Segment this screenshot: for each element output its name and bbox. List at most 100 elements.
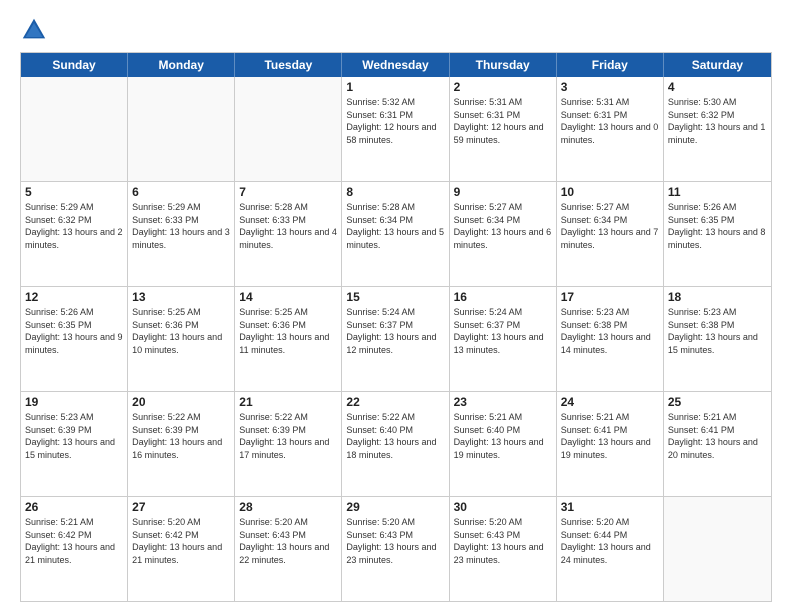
weekday-header: Thursday <box>450 53 557 77</box>
calendar-cell: 18Sunrise: 5:23 AMSunset: 6:38 PMDayligh… <box>664 287 771 391</box>
calendar-cell: 12 Sunrise: 5:26 AMSunset: 6:35 PMDayligh… <box>21 287 128 391</box>
cell-info: Sunrise: 5:31 AMSunset: 6:31 PMDaylight:… <box>454 96 552 146</box>
cell-info: Sunrise: 5:23 AMSunset: 6:38 PMDaylight:… <box>668 306 767 356</box>
day-number: 20 <box>132 395 230 409</box>
calendar-cell: 29Sunrise: 5:20 AMSunset: 6:43 PMDayligh… <box>342 497 449 601</box>
cell-info: Sunrise: 5:20 AMSunset: 6:43 PMDaylight:… <box>454 516 552 566</box>
calendar-cell: 25 Sunrise: 5:21 AMSunset: 6:41 PMDayligh… <box>664 392 771 496</box>
cell-info: Sunrise: 5:26 AMSunset: 6:35 PMDaylight:… <box>668 201 767 251</box>
day-number: 12 <box>25 290 123 304</box>
cell-info: Sunrise: 5:20 AMSunset: 6:44 PMDaylight:… <box>561 516 659 566</box>
day-number: 30 <box>454 500 552 514</box>
calendar-cell: 13 Sunrise: 5:25 AMSunset: 6:36 PMDayligh… <box>128 287 235 391</box>
calendar-cell <box>21 77 128 181</box>
day-number: 15 <box>346 290 444 304</box>
cell-info: Sunrise: 5:24 AMSunset: 6:37 PMDaylight:… <box>454 306 552 356</box>
cell-info: Sunrise: 5:21 AMSunset: 6:40 PMDaylight:… <box>454 411 552 461</box>
day-number: 2 <box>454 80 552 94</box>
cell-info: Sunrise: 5:26 AMSunset: 6:35 PMDaylight:… <box>25 306 123 356</box>
day-number: 7 <box>239 185 337 199</box>
calendar-cell: 10 Sunrise: 5:27 AMSunset: 6:34 PMDayligh… <box>557 182 664 286</box>
cell-info: Sunrise: 5:27 AMSunset: 6:34 PMDaylight:… <box>454 201 552 251</box>
day-number: 9 <box>454 185 552 199</box>
day-number: 16 <box>454 290 552 304</box>
day-number: 6 <box>132 185 230 199</box>
calendar-cell: 16 Sunrise: 5:24 AMSunset: 6:37 PMDayligh… <box>450 287 557 391</box>
calendar-cell: 27Sunrise: 5:20 AMSunset: 6:42 PMDayligh… <box>128 497 235 601</box>
day-number: 10 <box>561 185 659 199</box>
calendar-cell: 8Sunrise: 5:28 AMSunset: 6:34 PMDaylight… <box>342 182 449 286</box>
cell-info: Sunrise: 5:27 AMSunset: 6:34 PMDaylight:… <box>561 201 659 251</box>
calendar-cell: 4 Sunrise: 5:30 AMSunset: 6:32 PMDaylight… <box>664 77 771 181</box>
cell-info: Sunrise: 5:29 AMSunset: 6:33 PMDaylight:… <box>132 201 230 251</box>
calendar-cell: 31 Sunrise: 5:20 AMSunset: 6:44 PMDayligh… <box>557 497 664 601</box>
calendar: SundayMondayTuesdayWednesdayThursdayFrid… <box>20 52 772 602</box>
day-number: 21 <box>239 395 337 409</box>
day-number: 13 <box>132 290 230 304</box>
calendar-cell: 15 Sunrise: 5:24 AMSunset: 6:37 PMDayligh… <box>342 287 449 391</box>
calendar-cell: 23 Sunrise: 5:21 AMSunset: 6:40 PMDayligh… <box>450 392 557 496</box>
day-number: 31 <box>561 500 659 514</box>
calendar-row: 19 Sunrise: 5:23 AMSunset: 6:39 PMDayligh… <box>21 392 771 497</box>
calendar-cell: 1 Sunrise: 5:32 AMSunset: 6:31 PMDaylight… <box>342 77 449 181</box>
header <box>20 16 772 44</box>
calendar-cell: 9 Sunrise: 5:27 AMSunset: 6:34 PMDaylight… <box>450 182 557 286</box>
day-number: 29 <box>346 500 444 514</box>
calendar-row: 1 Sunrise: 5:32 AMSunset: 6:31 PMDaylight… <box>21 77 771 182</box>
calendar-cell <box>664 497 771 601</box>
cell-info: Sunrise: 5:30 AMSunset: 6:32 PMDaylight:… <box>668 96 767 146</box>
calendar-cell: 28 Sunrise: 5:20 AMSunset: 6:43 PMDayligh… <box>235 497 342 601</box>
calendar-cell: 30 Sunrise: 5:20 AMSunset: 6:43 PMDayligh… <box>450 497 557 601</box>
day-number: 3 <box>561 80 659 94</box>
weekday-header: Saturday <box>664 53 771 77</box>
weekday-header: Friday <box>557 53 664 77</box>
day-number: 22 <box>346 395 444 409</box>
cell-info: Sunrise: 5:28 AMSunset: 6:34 PMDaylight:… <box>346 201 444 251</box>
calendar-cell: 6 Sunrise: 5:29 AMSunset: 6:33 PMDaylight… <box>128 182 235 286</box>
day-number: 28 <box>239 500 337 514</box>
cell-info: Sunrise: 5:32 AMSunset: 6:31 PMDaylight:… <box>346 96 444 146</box>
weekday-header: Wednesday <box>342 53 449 77</box>
calendar-row: 12 Sunrise: 5:26 AMSunset: 6:35 PMDayligh… <box>21 287 771 392</box>
day-number: 25 <box>668 395 767 409</box>
calendar-cell: 2 Sunrise: 5:31 AMSunset: 6:31 PMDaylight… <box>450 77 557 181</box>
cell-info: Sunrise: 5:23 AMSunset: 6:39 PMDaylight:… <box>25 411 123 461</box>
calendar-row: 5 Sunrise: 5:29 AMSunset: 6:32 PMDaylight… <box>21 182 771 287</box>
day-number: 17 <box>561 290 659 304</box>
cell-info: Sunrise: 5:25 AMSunset: 6:36 PMDaylight:… <box>132 306 230 356</box>
calendar-body: 1 Sunrise: 5:32 AMSunset: 6:31 PMDaylight… <box>21 77 771 601</box>
day-number: 11 <box>668 185 767 199</box>
day-number: 19 <box>25 395 123 409</box>
day-number: 5 <box>25 185 123 199</box>
day-number: 4 <box>668 80 767 94</box>
day-number: 23 <box>454 395 552 409</box>
calendar-cell: 14 Sunrise: 5:25 AMSunset: 6:36 PMDayligh… <box>235 287 342 391</box>
logo <box>20 16 52 44</box>
cell-info: Sunrise: 5:31 AMSunset: 6:31 PMDaylight:… <box>561 96 659 146</box>
calendar-cell: 21Sunrise: 5:22 AMSunset: 6:39 PMDayligh… <box>235 392 342 496</box>
calendar-cell: 5 Sunrise: 5:29 AMSunset: 6:32 PMDaylight… <box>21 182 128 286</box>
calendar-cell: 11 Sunrise: 5:26 AMSunset: 6:35 PMDayligh… <box>664 182 771 286</box>
calendar-cell: 24Sunrise: 5:21 AMSunset: 6:41 PMDayligh… <box>557 392 664 496</box>
cell-info: Sunrise: 5:20 AMSunset: 6:43 PMDaylight:… <box>239 516 337 566</box>
calendar-cell: 20Sunrise: 5:22 AMSunset: 6:39 PMDayligh… <box>128 392 235 496</box>
day-number: 1 <box>346 80 444 94</box>
weekday-header: Sunday <box>21 53 128 77</box>
cell-info: Sunrise: 5:22 AMSunset: 6:40 PMDaylight:… <box>346 411 444 461</box>
weekday-header: Tuesday <box>235 53 342 77</box>
calendar-cell: 22 Sunrise: 5:22 AMSunset: 6:40 PMDayligh… <box>342 392 449 496</box>
day-number: 27 <box>132 500 230 514</box>
logo-icon <box>20 16 48 44</box>
calendar-row: 26Sunrise: 5:21 AMSunset: 6:42 PMDayligh… <box>21 497 771 601</box>
cell-info: Sunrise: 5:29 AMSunset: 6:32 PMDaylight:… <box>25 201 123 251</box>
weekday-header: Monday <box>128 53 235 77</box>
calendar-cell <box>235 77 342 181</box>
calendar-header: SundayMondayTuesdayWednesdayThursdayFrid… <box>21 53 771 77</box>
cell-info: Sunrise: 5:25 AMSunset: 6:36 PMDaylight:… <box>239 306 337 356</box>
day-number: 14 <box>239 290 337 304</box>
calendar-cell: 3 Sunrise: 5:31 AMSunset: 6:31 PMDaylight… <box>557 77 664 181</box>
day-number: 26 <box>25 500 123 514</box>
cell-info: Sunrise: 5:21 AMSunset: 6:41 PMDaylight:… <box>561 411 659 461</box>
cell-info: Sunrise: 5:21 AMSunset: 6:41 PMDaylight:… <box>668 411 767 461</box>
cell-info: Sunrise: 5:24 AMSunset: 6:37 PMDaylight:… <box>346 306 444 356</box>
